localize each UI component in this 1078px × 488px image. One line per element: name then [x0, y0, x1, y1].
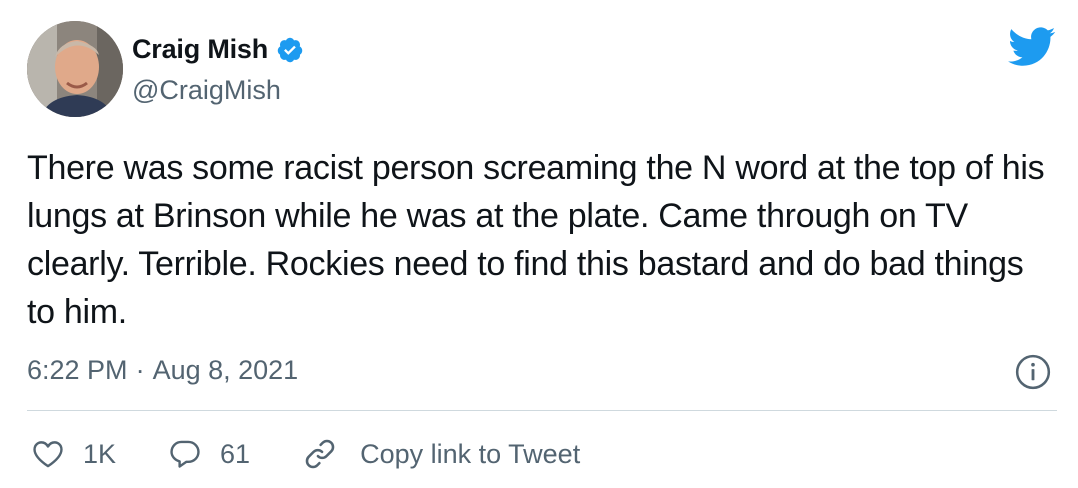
meta-separator: · — [135, 355, 145, 385]
reply-button[interactable]: 61 — [168, 437, 250, 471]
heart-icon — [33, 441, 63, 468]
tweet-date[interactable]: Aug 8, 2021 — [153, 355, 299, 386]
link-icon — [305, 439, 335, 469]
action-bar: 1K 61 Copy link to Tweet — [31, 432, 632, 476]
twitter-bird-icon[interactable] — [1008, 26, 1056, 66]
author-name-row[interactable]: Craig Mish — [132, 34, 304, 65]
like-button[interactable]: 1K — [31, 437, 116, 471]
tweet-time[interactable]: 6:22 PM — [27, 355, 128, 386]
like-count: 1K — [83, 438, 117, 469]
tweet-text: There was some racist person screaming t… — [27, 149, 1045, 331]
avatar-image — [27, 21, 123, 117]
author-handle[interactable]: @CraigMish — [132, 75, 281, 106]
tweet-timestamp[interactable]: 6:22 PM · Aug 8, 2021 — [27, 355, 298, 386]
copy-link-label: Copy link to Tweet — [360, 438, 581, 469]
info-icon[interactable] — [1014, 353, 1052, 391]
copy-link-button[interactable]: Copy link to Tweet — [302, 436, 580, 472]
divider — [27, 410, 1057, 411]
tweet-card: Craig Mish @CraigMish There was some rac… — [0, 0, 1078, 488]
avatar[interactable] — [27, 21, 123, 117]
reply-bubble-icon — [170, 440, 200, 468]
verified-badge-icon — [276, 36, 304, 64]
reply-count: 61 — [220, 438, 251, 469]
author-display-name[interactable]: Craig Mish — [132, 34, 268, 65]
